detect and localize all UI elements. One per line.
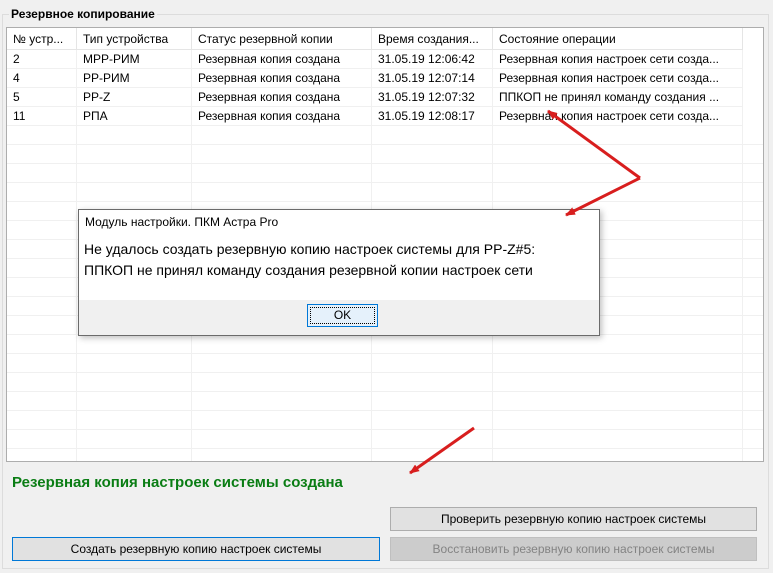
error-dialog: Модуль настройки. ПКМ Астра Pro Не удало… — [78, 209, 600, 336]
cell-operation-state: Резервная копия настроек сети созда... — [493, 69, 743, 88]
table-row[interactable]: 11 РПА Резервная копия создана 31.05.19 … — [7, 107, 763, 126]
cell-creation-time: 31.05.19 12:08:17 — [372, 107, 493, 126]
cell-creation-time: 31.05.19 12:07:32 — [372, 88, 493, 107]
status-message: Резервная копия настроек системы создана — [12, 474, 343, 491]
dialog-message-area: Не удалось создать резервную копию настр… — [79, 234, 599, 300]
table-row[interactable]: 2 МРР-РИМ Резервная копия создана 31.05.… — [7, 50, 763, 69]
create-backup-button[interactable]: Создать резервную копию настроек системы — [12, 537, 380, 561]
dialog-message-line-1: Не удалось создать резервную копию настр… — [84, 241, 536, 257]
cell-device-type: РР-РИМ — [77, 69, 192, 88]
cell-device-type: МРР-РИМ — [77, 50, 192, 69]
column-header-device-number[interactable]: № устр... — [7, 28, 77, 50]
column-header-creation-time[interactable]: Время создания... — [372, 28, 493, 50]
cell-operation-state: Резервная копия настроек сети созда... — [493, 50, 743, 69]
dialog-titlebar[interactable]: Модуль настройки. ПКМ Астра Pro — [79, 210, 599, 234]
cell-device-type: РПА — [77, 107, 192, 126]
cell-device-number: 2 — [7, 50, 77, 69]
table-row[interactable]: 4 РР-РИМ Резервная копия создана 31.05.1… — [7, 69, 763, 88]
table-header: № устр... Тип устройства Статус резервно… — [7, 28, 763, 50]
cell-operation-state: ППКОП не принял команду создания ... — [493, 88, 743, 107]
column-header-backup-status[interactable]: Статус резервной копии — [192, 28, 372, 50]
column-header-device-type[interactable]: Тип устройства — [77, 28, 192, 50]
verify-backup-button[interactable]: Проверить резервную копию настроек систе… — [390, 507, 757, 531]
ok-button[interactable]: OK — [307, 304, 378, 327]
cell-operation-state: Резервная копия настроек сети созда... — [493, 107, 743, 126]
cell-backup-status: Резервная копия создана — [192, 107, 372, 126]
group-title: Резервное копирование — [9, 7, 157, 21]
cell-device-number: 11 — [7, 107, 77, 126]
cell-device-number: 4 — [7, 69, 77, 88]
dialog-message-line-2: ППКОП не принял команду создания резервн… — [84, 262, 533, 278]
cell-backup-status: Резервная копия создана — [192, 69, 372, 88]
column-header-operation-state[interactable]: Состояние операции — [493, 28, 743, 50]
dialog-title: Модуль настройки. ПКМ Астра Pro — [85, 215, 279, 229]
cell-device-type: РР-Z — [77, 88, 192, 107]
cell-creation-time: 31.05.19 12:07:14 — [372, 69, 493, 88]
cell-creation-time: 31.05.19 12:06:42 — [372, 50, 493, 69]
restore-backup-button: Восстановить резервную копию настроек си… — [390, 537, 757, 561]
cell-device-number: 5 — [7, 88, 77, 107]
table-row[interactable]: 5 РР-Z Резервная копия создана 31.05.19 … — [7, 88, 763, 107]
cell-backup-status: Резервная копия создана — [192, 50, 372, 69]
cell-backup-status: Резервная копия создана — [192, 88, 372, 107]
